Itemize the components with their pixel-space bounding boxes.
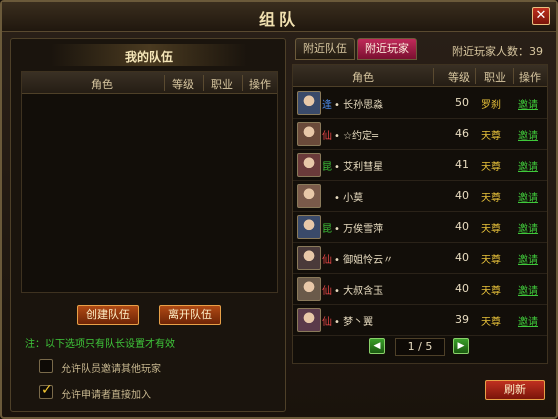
avatar [297,122,321,146]
title-bar: 组队 ✕ [2,2,556,32]
checkmark-icon: ✓ [41,382,53,398]
player-name: • 艾利彗星 [334,162,384,173]
player-name: • ☆约定═ [334,131,379,142]
player-profession: 罗刹 [481,100,501,111]
close-button[interactable]: ✕ [532,7,550,25]
player-name: • 小莫 [334,193,364,204]
avatar [297,215,321,239]
leave-team-button[interactable]: 离开队伍 [159,305,221,325]
leader-note: 注：以下选项只有队长设置才有效 [25,339,175,350]
player-name: • 万俟雪萍 [334,224,384,235]
avatar [297,184,321,208]
nearby-panel: 附近队伍 附近玩家 附近玩家人数：39 角色 等级 职业 操作 逢 • 长孙思淼… [289,38,551,412]
column-action: 操作 [249,78,271,91]
avatar [297,308,321,332]
player-name: • 大叔含玉 [334,286,384,297]
player-level: 50 [455,96,469,109]
class-tag: 昆 [322,224,332,235]
player-profession: 天尊 [481,131,501,142]
player-name: • 梦丶翼 [334,317,374,328]
my-team-table-header: 角色 等级 职业 操作 [22,72,277,94]
player-row[interactable]: 昆 • 万俟雪萍 40 天尊 邀请 [293,212,547,243]
player-row[interactable]: 仙 • ☆约定═ 46 天尊 邀请 [293,119,547,150]
allow-direct-join-checkbox[interactable]: ✓ [39,382,53,399]
player-level: 40 [455,220,469,233]
tab-nearby-players[interactable]: 附近玩家 [357,38,417,60]
my-team-header: 我的队伍 [51,44,247,66]
column-role: 角色 [352,71,374,84]
invite-link[interactable]: 邀请 [513,189,543,204]
class-tag: 仙 [322,286,332,297]
player-level: 41 [455,158,469,171]
my-team-panel: 我的队伍 角色 等级 职业 操作 创建队伍 离开队伍 注：以下选项只有队长设置才… [10,38,286,412]
window-title: 组队 [258,10,299,29]
nearby-player-list: 角色 等级 职业 操作 逢 • 长孙思淼 50 罗刹 邀请 仙 • ☆约定═ 4… [292,64,548,364]
pager: ◀ 1 / 5 ▶ [369,338,469,356]
column-level: 等级 [448,71,470,84]
invite-link[interactable]: 邀请 [513,96,543,111]
nearby-table-header: 角色 等级 职业 操作 [293,65,547,87]
my-team-list: 角色 等级 职业 操作 [21,71,278,293]
player-level: 40 [455,251,469,264]
player-profession: 天尊 [481,193,501,204]
player-profession: 天尊 [481,317,501,328]
my-team-title: 我的队伍 [124,50,173,64]
player-profession: 天尊 [481,224,501,235]
invite-link[interactable]: 邀请 [513,313,543,328]
nearby-player-count: 附近玩家人数：39 [452,45,543,58]
player-row[interactable]: 仙 • 御姐怜云〃 40 天尊 邀请 [293,243,547,274]
create-team-button[interactable]: 创建队伍 [77,305,139,325]
player-row[interactable]: • 小莫 40 天尊 邀请 [293,181,547,212]
invite-link[interactable]: 邀请 [513,127,543,142]
class-tag: 逢 [322,100,332,111]
invite-link[interactable]: 邀请 [513,282,543,297]
prev-page-button[interactable]: ◀ [369,338,385,354]
player-name: • 御姐怜云〃 [334,255,394,266]
column-action: 操作 [519,71,541,84]
refresh-button[interactable]: 刷新 [485,380,545,400]
page-indicator: 1 / 5 [395,338,445,356]
class-tag: 仙 [322,255,332,266]
column-profession: 职业 [484,71,506,84]
allow-member-invite-label: 允许队员邀请其他玩家 [61,364,161,375]
player-profession: 天尊 [481,162,501,173]
invite-link[interactable]: 邀请 [513,251,543,266]
player-name: • 长孙思淼 [334,100,384,111]
invite-link[interactable]: 邀请 [513,158,543,173]
class-tag: 仙 [322,317,332,328]
player-profession: 天尊 [481,286,501,297]
column-divider [475,68,476,84]
player-level: 40 [455,282,469,295]
player-profession: 天尊 [481,255,501,266]
avatar [297,277,321,301]
class-tag: 昆 [322,162,332,173]
avatar [297,246,321,270]
player-level: 39 [455,313,469,326]
allow-direct-join-label: 允许申请者直接加入 [61,390,151,401]
player-level: 40 [455,189,469,202]
player-level: 46 [455,127,469,140]
avatar [297,91,321,115]
invite-link[interactable]: 邀请 [513,220,543,235]
player-row[interactable]: 昆 • 艾利彗星 41 天尊 邀请 [293,150,547,181]
player-row[interactable]: 仙 • 大叔含玉 40 天尊 邀请 [293,274,547,305]
tab-nearby-teams[interactable]: 附近队伍 [295,38,355,60]
team-window: 组队 ✕ 我的队伍 角色 等级 职业 操作 创建队伍 离开队伍 注：以下选项只有… [0,0,558,419]
player-row[interactable]: 逢 • 长孙思淼 50 罗刹 邀请 [293,88,547,119]
player-row[interactable]: 仙 • 梦丶翼 39 天尊 邀请 [293,305,547,336]
class-tag: 仙 [322,131,332,142]
column-divider [433,68,434,84]
column-profession: 职业 [211,78,233,91]
column-role: 角色 [91,78,113,91]
allow-member-invite-checkbox[interactable] [39,359,53,373]
next-page-button[interactable]: ▶ [453,338,469,354]
column-level: 等级 [172,78,194,91]
avatar [297,153,321,177]
